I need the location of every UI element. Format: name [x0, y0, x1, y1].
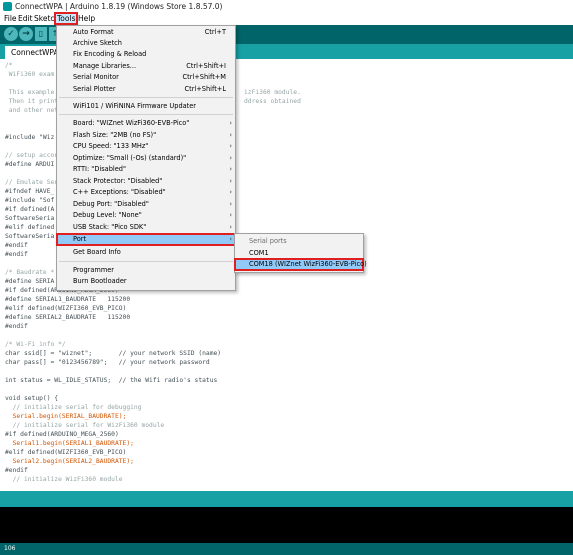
menu-item-get-board-info[interactable]: Get Board Info — [57, 247, 235, 258]
code-line: // initialize serial for debugging — [5, 404, 142, 411]
code-line: #if defined(ARDUINO_MEGA_2560) — [5, 431, 119, 438]
port-item-com18[interactable]: COM18 (WIZnet WizFi360-EVB-Pico) — [234, 258, 367, 271]
code-line: #endif — [5, 467, 28, 474]
code-line: #endif — [5, 323, 28, 330]
tools-menu: Auto Format Ctrl+T Archive Sketch Fix En… — [56, 25, 236, 291]
menu-item-optimize[interactable]: Optimize: "Small (-Os) (standard)" › — [57, 153, 235, 164]
menu-separator — [59, 261, 233, 262]
menu-item-cpp-exceptions[interactable]: C++ Exceptions: "Disabled" › — [57, 187, 235, 198]
port-item-com1[interactable]: COM1 — [235, 248, 363, 259]
code-line-fragment: izFi360 module. — [244, 89, 301, 96]
console-status-bar — [0, 491, 573, 507]
verify-button[interactable]: ✓ — [4, 27, 18, 41]
code-line: void setup() { — [5, 395, 59, 402]
arrow-right-icon: → — [22, 29, 30, 39]
menu-tools[interactable]: Tools — [54, 12, 79, 25]
menu-item-serial-plotter[interactable]: Serial Plotter Ctrl+Shift+L — [57, 84, 235, 95]
serial-ports-header: Serial ports — [249, 237, 287, 245]
chevron-right-icon: › — [229, 165, 232, 173]
new-button[interactable]: ▯ — [35, 27, 47, 41]
code-line: #ifndef HAVE_ — [5, 188, 55, 195]
chevron-right-icon: › — [229, 154, 232, 162]
code-line: #if defined(A — [5, 206, 55, 213]
code-line: SoftwareSeria — [5, 233, 55, 240]
menu-item-burn-bootloader[interactable]: Burn Bootloader — [57, 276, 235, 287]
menu-item-fix-encoding[interactable]: Fix Encoding & Reload — [57, 49, 235, 60]
chevron-right-icon: › — [229, 119, 232, 127]
code-line: #define SERIA — [5, 278, 55, 285]
code-line: This example — [5, 89, 55, 96]
code-line: #endif — [5, 242, 28, 249]
chevron-right-icon: › — [229, 200, 232, 208]
code-line: #elif defined — [5, 224, 55, 231]
menu-item-serial-monitor[interactable]: Serial Monitor Ctrl+Shift+M — [57, 72, 235, 83]
code-line: WiFi360 exam — [5, 71, 55, 78]
code-line: #include "Sof — [5, 197, 55, 204]
code-line: /* Baudrate * — [5, 269, 55, 276]
menu-separator — [59, 97, 233, 98]
code-line: #define ARDUI — [5, 161, 55, 168]
chevron-right-icon: › — [229, 223, 232, 231]
code-line: #elif defined(WIZFI360_EVB_PICO) — [5, 305, 127, 312]
code-line: #endif — [5, 251, 28, 258]
chevron-right-icon: › — [229, 211, 232, 219]
code-line: // initialize serial for WizFi360 module — [5, 422, 165, 429]
menu-item-debug-level[interactable]: Debug Level: "None" › — [57, 210, 235, 221]
chevron-right-icon: › — [229, 188, 232, 196]
menu-item-archive-sketch[interactable]: Archive Sketch — [57, 38, 235, 49]
menu-item-firmware-updater[interactable]: WiFi101 / WiFiNINA Firmware Updater — [57, 101, 235, 112]
code-line: Serial.begin(SERIAL_BAUDRATE); — [5, 413, 127, 420]
code-line: char ssid[] = "wiznet"; // your network … — [5, 350, 222, 357]
menu-item-manage-libraries[interactable]: Manage Libraries... Ctrl+Shift+I — [57, 61, 235, 72]
menu-file[interactable]: File — [3, 14, 18, 23]
code-line: #define SERIAL2_BAUDRATE 115200 — [5, 314, 131, 321]
chevron-right-icon: › — [229, 235, 232, 243]
menu-item-cpu-speed[interactable]: CPU Speed: "133 MHz" › — [57, 141, 235, 152]
code-line: Then it print — [5, 98, 59, 105]
menu-separator — [59, 114, 233, 115]
status-bar: 106 — [0, 543, 573, 555]
code-line: // setup accor — [5, 152, 59, 159]
chevron-right-icon: › — [229, 142, 232, 150]
code-line: char pass[] = "0123456789"; // your netw… — [5, 359, 210, 366]
new-file-icon: ▯ — [38, 29, 44, 38]
menu-item-flash-size[interactable]: Flash Size: "2MB (no FS)" › — [57, 130, 235, 141]
code-line: #include "Wiz — [5, 134, 55, 141]
console-output — [0, 507, 573, 543]
code-line: /* — [5, 62, 13, 69]
code-line: SoftwareSeria — [5, 215, 55, 222]
code-line-fragment: ddress obtained — [244, 98, 301, 105]
chevron-right-icon: › — [229, 131, 232, 139]
menu-item-stack-protector[interactable]: Stack Protector: "Disabled" › — [57, 176, 235, 187]
upload-button[interactable]: → — [19, 27, 33, 41]
code-line: Serial2.begin(SERIAL2_BAUDRATE); — [5, 458, 134, 465]
menu-item-rtti[interactable]: RTTI: "Disabled" › — [57, 164, 235, 175]
code-line: #define SERIAL1_BAUDRATE 115200 — [5, 296, 131, 303]
menu-item-programmer[interactable]: Programmer — [57, 265, 235, 276]
menu-bar: File Edit Sketch Tools Help — [0, 12, 573, 25]
code-line: Serial1.begin(SERIAL1_BAUDRATE); — [5, 440, 134, 447]
check-icon: ✓ — [7, 29, 15, 39]
menu-item-debug-port[interactable]: Debug Port: "Disabled" › — [57, 199, 235, 210]
window-title: ConnectWPA | Arduino 1.8.19 (Windows Sto… — [15, 2, 223, 11]
menu-edit[interactable]: Edit — [17, 14, 34, 23]
arduino-logo-icon — [3, 2, 12, 11]
menu-item-board[interactable]: Board: "WIZnet WizFi360-EVB-Pico" › — [57, 118, 235, 129]
code-line: int status = WL_IDLE_STATUS; // the Wifi… — [5, 377, 218, 384]
code-line: #elif defined(WIZFI360_EVB_PICO) — [5, 449, 127, 456]
code-line: // initialize WizFi360 module — [5, 476, 123, 483]
chevron-right-icon: › — [229, 177, 232, 185]
menu-item-port[interactable]: Port › — [56, 233, 236, 246]
code-line: and other net — [5, 107, 59, 114]
title-bar: ConnectWPA | Arduino 1.8.19 (Windows Sto… — [0, 0, 573, 14]
menu-help[interactable]: Help — [77, 14, 96, 23]
menu-item-usb-stack[interactable]: USB Stack: "Pico SDK" › — [57, 222, 235, 233]
code-line: /* Wi-Fi info */ — [5, 341, 66, 348]
line-number: 106 — [4, 545, 16, 552]
port-submenu: Serial ports COM1 COM18 (WIZnet WizFi360… — [234, 233, 367, 273]
code-line: // Emulate Ser — [5, 179, 59, 186]
menu-item-auto-format[interactable]: Auto Format Ctrl+T — [57, 27, 235, 38]
